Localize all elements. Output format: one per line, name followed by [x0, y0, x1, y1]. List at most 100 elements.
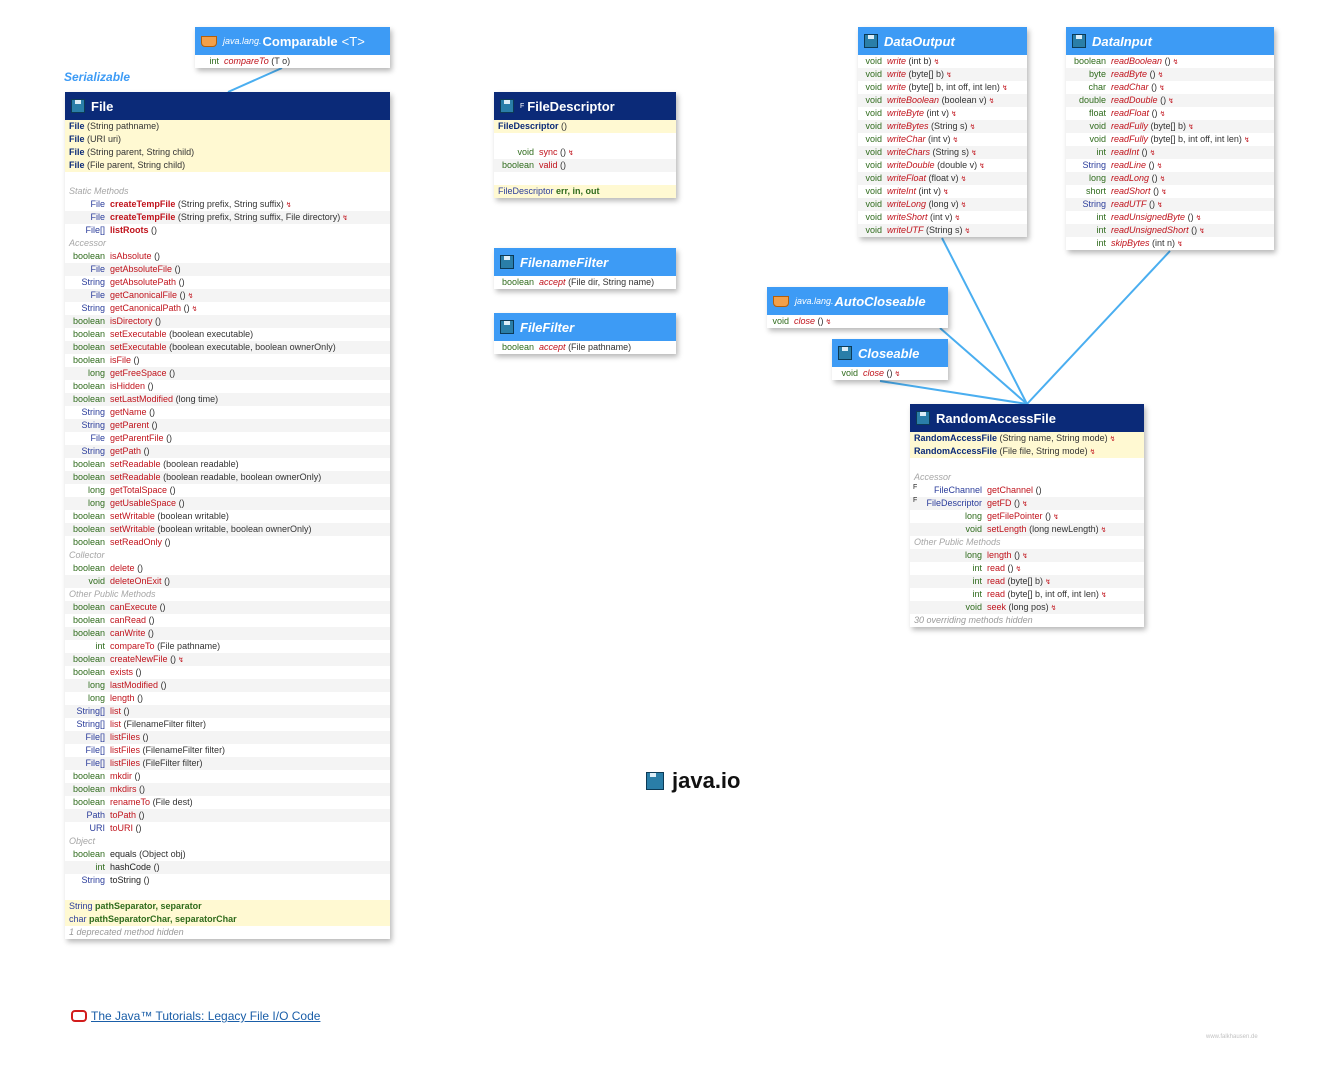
- method-row[interactable]: File createTempFile (String prefix, Stri…: [65, 211, 390, 224]
- method-row[interactable]: boolean setReadable (boolean readable): [65, 458, 390, 471]
- method-row[interactable]: void writeBytes (String s) ↯: [858, 120, 1027, 133]
- constructor-row[interactable]: File (String parent, String child): [65, 146, 390, 159]
- datainput-header[interactable]: DataInput: [1066, 27, 1274, 55]
- tutorial-link[interactable]: The Java™ Tutorials: Legacy File I/O Cod…: [91, 1009, 320, 1023]
- method-row[interactable]: long length (): [65, 692, 390, 705]
- method-row[interactable]: void writeFloat (float v) ↯: [858, 172, 1027, 185]
- method-row[interactable]: void write (byte[] b, int off, int len) ↯: [858, 81, 1027, 94]
- method-row[interactable]: int read (byte[] b, int off, int len) ↯: [910, 588, 1144, 601]
- method-row[interactable]: void writeChar (int v) ↯: [858, 133, 1027, 146]
- method-row[interactable]: boolean renameTo (File dest): [65, 796, 390, 809]
- field-row[interactable]: FileDescriptor err, in, out: [494, 185, 676, 198]
- method-row[interactable]: boolean setLastModified (long time): [65, 393, 390, 406]
- file-class-box[interactable]: File File (String pathname) File (URI uri…: [65, 92, 390, 939]
- method-row[interactable]: boolean isAbsolute (): [65, 250, 390, 263]
- filedescriptor-class-box[interactable]: F FileDescriptor FileDescriptor () void s…: [494, 92, 676, 198]
- closeable-header[interactable]: Closeable: [832, 339, 948, 367]
- method-row[interactable]: boolean canExecute (): [65, 601, 390, 614]
- method-row[interactable]: long lastModified (): [65, 679, 390, 692]
- method-row[interactable]: void writeChars (String s) ↯: [858, 146, 1027, 159]
- method-row[interactable]: boolean delete (): [65, 562, 390, 575]
- method-row[interactable]: void writeInt (int v) ↯: [858, 185, 1027, 198]
- dataoutput-header[interactable]: DataOutput: [858, 27, 1027, 55]
- method-row[interactable]: void writeUTF (String s) ↯: [858, 224, 1027, 237]
- constructor-row[interactable]: File (URI uri): [65, 133, 390, 146]
- method-row[interactable]: byte readByte () ↯: [1066, 68, 1274, 81]
- autocloseable-interface-box[interactable]: java.lang. AutoCloseable void close () ↯: [767, 287, 948, 328]
- method-row[interactable]: boolean isHidden (): [65, 380, 390, 393]
- method-row[interactable]: String[] list (FilenameFilter filter): [65, 718, 390, 731]
- method-row[interactable]: String readUTF () ↯: [1066, 198, 1274, 211]
- method-row[interactable]: float readFloat () ↯: [1066, 107, 1274, 120]
- method-row[interactable]: void close () ↯: [767, 315, 948, 328]
- method-row[interactable]: String getName (): [65, 406, 390, 419]
- method-row[interactable]: boolean valid (): [494, 159, 676, 172]
- filefilter-header[interactable]: FileFilter: [494, 313, 676, 341]
- method-row[interactable]: String readLine () ↯: [1066, 159, 1274, 172]
- method-row[interactable]: boolean mkdir (): [65, 770, 390, 783]
- method-row[interactable]: Path toPath (): [65, 809, 390, 822]
- file-header[interactable]: File: [65, 92, 390, 120]
- method-row[interactable]: String getParent (): [65, 419, 390, 432]
- method-row[interactable]: long length () ↯: [910, 549, 1144, 562]
- method-row[interactable]: void seek (long pos) ↯: [910, 601, 1144, 614]
- method-row[interactable]: int read (byte[] b) ↯: [910, 575, 1144, 588]
- filenamefilter-interface-box[interactable]: FilenameFilter boolean accept (File dir,…: [494, 248, 676, 289]
- comparable-header[interactable]: java.lang. Comparable <T>: [195, 27, 390, 55]
- method-row[interactable]: File[] listFiles (FileFilter filter): [65, 757, 390, 770]
- filefilter-interface-box[interactable]: FileFilter boolean accept (File pathname…: [494, 313, 676, 354]
- method-row[interactable]: boolean readBoolean () ↯: [1066, 55, 1274, 68]
- method-row[interactable]: File[] listFiles (FilenameFilter filter): [65, 744, 390, 757]
- method-row[interactable]: void close () ↯: [832, 367, 948, 380]
- method-row[interactable]: int compareTo (File pathname): [65, 640, 390, 653]
- method-row[interactable]: File[] listFiles (): [65, 731, 390, 744]
- method-row[interactable]: boolean accept (File pathname): [494, 341, 676, 354]
- method-row[interactable]: int readUnsignedShort () ↯: [1066, 224, 1274, 237]
- method-row[interactable]: boolean canWrite (): [65, 627, 390, 640]
- method-row[interactable]: void writeByte (int v) ↯: [858, 107, 1027, 120]
- method-row[interactable]: String getAbsolutePath (): [65, 276, 390, 289]
- method-row[interactable]: void setLength (long newLength) ↯: [910, 523, 1144, 536]
- method-row[interactable]: File[] listRoots (): [65, 224, 390, 237]
- method-row[interactable]: void write (byte[] b) ↯: [858, 68, 1027, 81]
- method-row[interactable]: String getCanonicalPath () ↯: [65, 302, 390, 315]
- method-row[interactable]: long getTotalSpace (): [65, 484, 390, 497]
- method-row[interactable]: long getFreeSpace (): [65, 367, 390, 380]
- method-row[interactable]: int skipBytes (int n) ↯: [1066, 237, 1274, 250]
- method-row[interactable]: long readLong () ↯: [1066, 172, 1274, 185]
- method-row[interactable]: F FileChannel getChannel (): [910, 484, 1144, 497]
- method-row[interactable]: boolean setWritable (boolean writable): [65, 510, 390, 523]
- method-row[interactable]: void writeDouble (double v) ↯: [858, 159, 1027, 172]
- method-row[interactable]: void readFully (byte[] b) ↯: [1066, 120, 1274, 133]
- method-row[interactable]: boolean accept (File dir, String name): [494, 276, 676, 289]
- method-row[interactable]: void writeBoolean (boolean v) ↯: [858, 94, 1027, 107]
- method-row[interactable]: F FileDescriptor getFD () ↯: [910, 497, 1144, 510]
- datainput-interface-box[interactable]: DataInput boolean readBoolean () ↯ byte re…: [1066, 27, 1274, 250]
- method-row[interactable]: void readFully (byte[] b, int off, int l…: [1066, 133, 1274, 146]
- method-row[interactable]: boolean setExecutable (boolean executabl…: [65, 341, 390, 354]
- method-row[interactable]: File getAbsoluteFile (): [65, 263, 390, 276]
- randomaccessfile-class-box[interactable]: RandomAccessFile RandomAccessFile (Strin…: [910, 404, 1144, 627]
- constructor-row[interactable]: File (File parent, String child): [65, 159, 390, 172]
- constructor-row[interactable]: FileDescriptor (): [494, 120, 676, 133]
- method-row[interactable]: int readInt () ↯: [1066, 146, 1274, 159]
- method-row[interactable]: void write (int b) ↯: [858, 55, 1027, 68]
- method-row[interactable]: int readUnsignedByte () ↯: [1066, 211, 1274, 224]
- method-row[interactable]: String toString (): [65, 874, 390, 887]
- method-row[interactable]: int hashCode (): [65, 861, 390, 874]
- filedescriptor-header[interactable]: F FileDescriptor: [494, 92, 676, 120]
- constructor-row[interactable]: RandomAccessFile (String name, String mo…: [910, 432, 1144, 445]
- method-row[interactable]: long getFilePointer () ↯: [910, 510, 1144, 523]
- method-row[interactable]: boolean isFile (): [65, 354, 390, 367]
- method-row[interactable]: int read () ↯: [910, 562, 1144, 575]
- method-row[interactable]: int compareTo (T o): [195, 55, 390, 68]
- field-row[interactable]: String pathSeparator, separator: [65, 900, 390, 913]
- tutorial-link-row[interactable]: The Java™ Tutorials: Legacy File I/O Cod…: [71, 1009, 320, 1023]
- constructor-row[interactable]: File (String pathname): [65, 120, 390, 133]
- method-row[interactable]: String getPath (): [65, 445, 390, 458]
- method-row[interactable]: double readDouble () ↯: [1066, 94, 1274, 107]
- method-row[interactable]: void sync () ↯: [494, 146, 676, 159]
- method-row[interactable]: boolean setWritable (boolean writable, b…: [65, 523, 390, 536]
- method-row[interactable]: boolean setExecutable (boolean executabl…: [65, 328, 390, 341]
- randomaccessfile-header[interactable]: RandomAccessFile: [910, 404, 1144, 432]
